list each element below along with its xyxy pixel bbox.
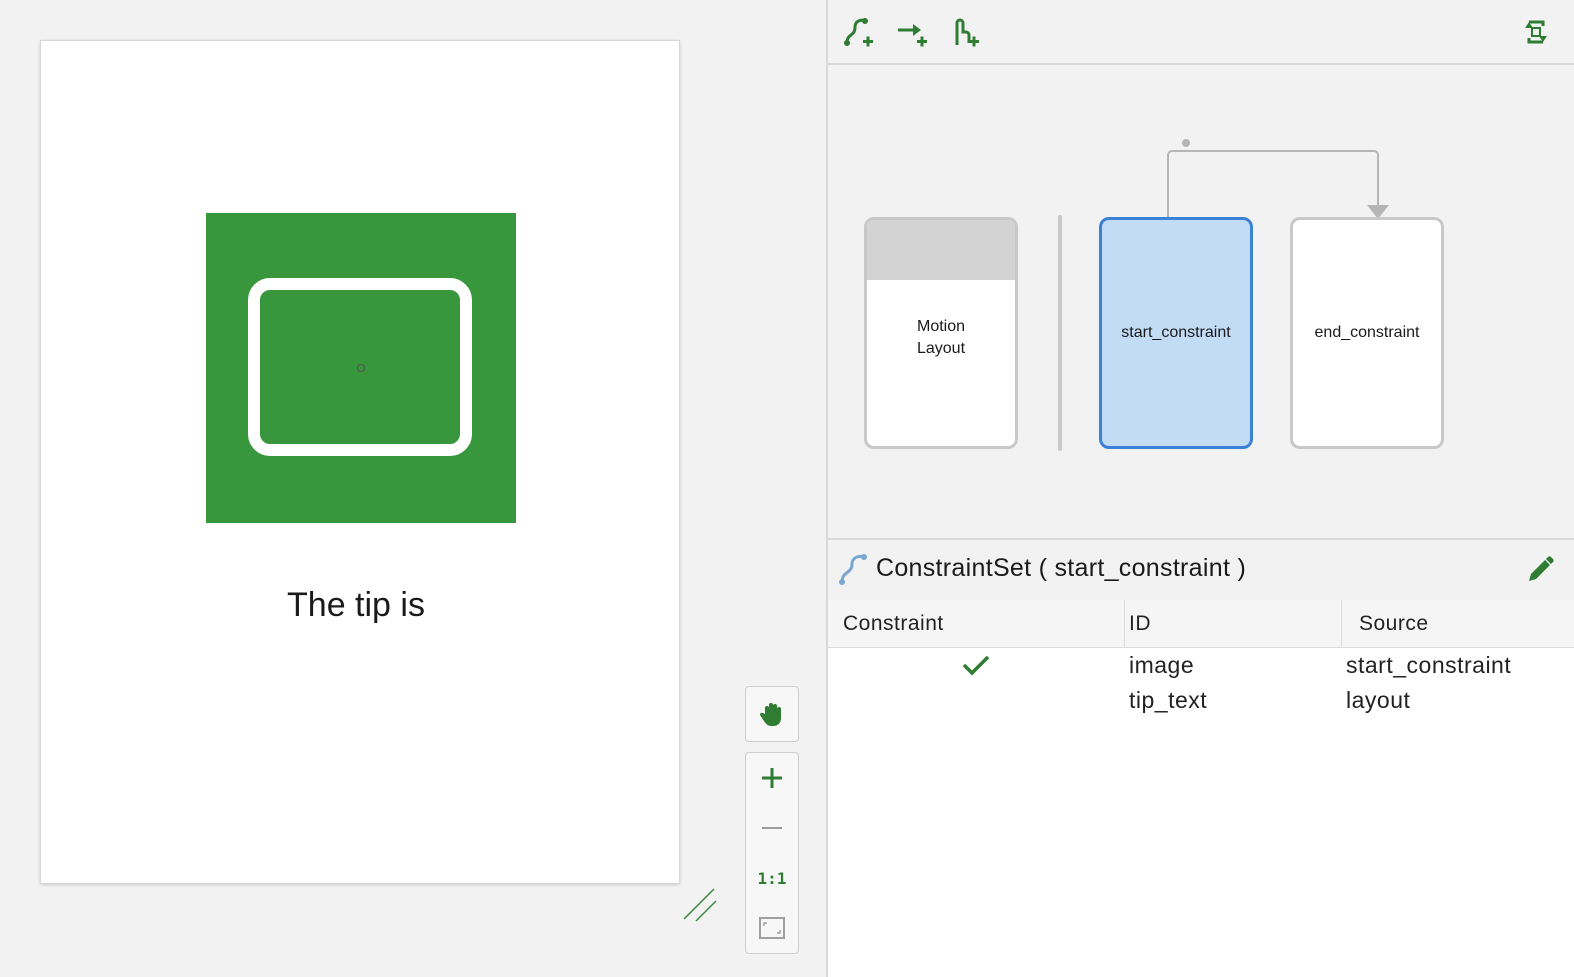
constraintset-title: ConstraintSet ( start_constraint ): [876, 554, 1247, 582]
transition-arrow[interactable]: [1158, 135, 1389, 225]
constraintset-icon: [839, 554, 867, 585]
layout-preview[interactable]: The tip is: [41, 41, 679, 883]
table-row[interactable]: tip_text layout: [828, 683, 1574, 718]
motion-editor-panel: Motion Layout start_constraint end_const…: [828, 0, 1574, 977]
constraint-id: image: [1129, 652, 1195, 678]
column-header-id[interactable]: ID: [1125, 600, 1342, 647]
create-click-handler-button[interactable]: [946, 14, 982, 50]
resize-handle-icon[interactable]: [680, 885, 720, 925]
table-row[interactable]: image start_constraint: [828, 648, 1574, 683]
overview-separator: [1058, 215, 1062, 451]
checkmark-icon: [962, 655, 990, 676]
motion-overview: Motion Layout start_constraint end_const…: [828, 65, 1574, 537]
hand-icon: [759, 703, 781, 726]
zoom-to-actual-size-button[interactable]: 1:1: [747, 853, 797, 903]
column-header-source[interactable]: Source: [1342, 600, 1574, 647]
zoom-controls: 1:1: [745, 752, 799, 954]
image-view[interactable]: [206, 213, 516, 523]
constraint-source: layout: [1346, 687, 1411, 713]
start-constraint-card[interactable]: start_constraint: [1099, 217, 1253, 449]
create-click-handler-icon: [955, 18, 979, 47]
constraint-table: Constraint ID Source image start_constra…: [828, 600, 1574, 977]
plus-icon: [762, 768, 782, 788]
design-surface: The tip is 1:1: [0, 0, 826, 977]
constraintset-header: ConstraintSet ( start_constraint ): [828, 538, 1574, 602]
end-constraint-card[interactable]: end_constraint: [1290, 217, 1444, 449]
create-transition-button[interactable]: [894, 14, 930, 50]
zoom-panel: 1:1: [745, 686, 799, 954]
motion-layout-card-header: [867, 220, 1015, 280]
constraint-source: start_constraint: [1346, 652, 1512, 678]
fit-screen-icon: [759, 917, 785, 939]
motion-editor-toolbar: [828, 0, 1574, 65]
start-constraint-card-label: start_constraint: [1121, 324, 1231, 341]
cycle-layout-icon: [1525, 20, 1547, 44]
tip-text-view[interactable]: The tip is: [41, 586, 671, 625]
end-constraint-card-label: end_constraint: [1314, 324, 1420, 341]
card-icon-bottom-block: [270, 368, 450, 435]
zoom-in-button[interactable]: [747, 753, 797, 803]
constraint-id: tip_text: [1129, 687, 1208, 713]
create-transition-icon: [898, 24, 927, 47]
cycle-layout-button[interactable]: [1518, 14, 1554, 50]
pan-button[interactable]: [747, 689, 797, 739]
zoom-to-fit-button[interactable]: [747, 903, 797, 953]
column-header-constraint[interactable]: Constraint: [828, 600, 1125, 647]
motion-layout-card[interactable]: Motion Layout: [864, 217, 1018, 449]
pan-control: [745, 686, 799, 742]
zoom-out-button[interactable]: [747, 803, 797, 853]
create-constraintset-button[interactable]: [840, 14, 876, 50]
create-constraintset-icon: [844, 18, 873, 47]
card-icon-top-bar: [270, 300, 450, 324]
edit-pencil-icon[interactable]: [1524, 554, 1556, 586]
view-center-handle[interactable]: [357, 364, 365, 372]
minus-icon: [762, 827, 782, 829]
motion-layout-card-label: Motion Layout: [916, 318, 966, 357]
one-to-one-label: 1:1: [757, 868, 787, 888]
table-header: Constraint ID Source: [828, 600, 1574, 648]
